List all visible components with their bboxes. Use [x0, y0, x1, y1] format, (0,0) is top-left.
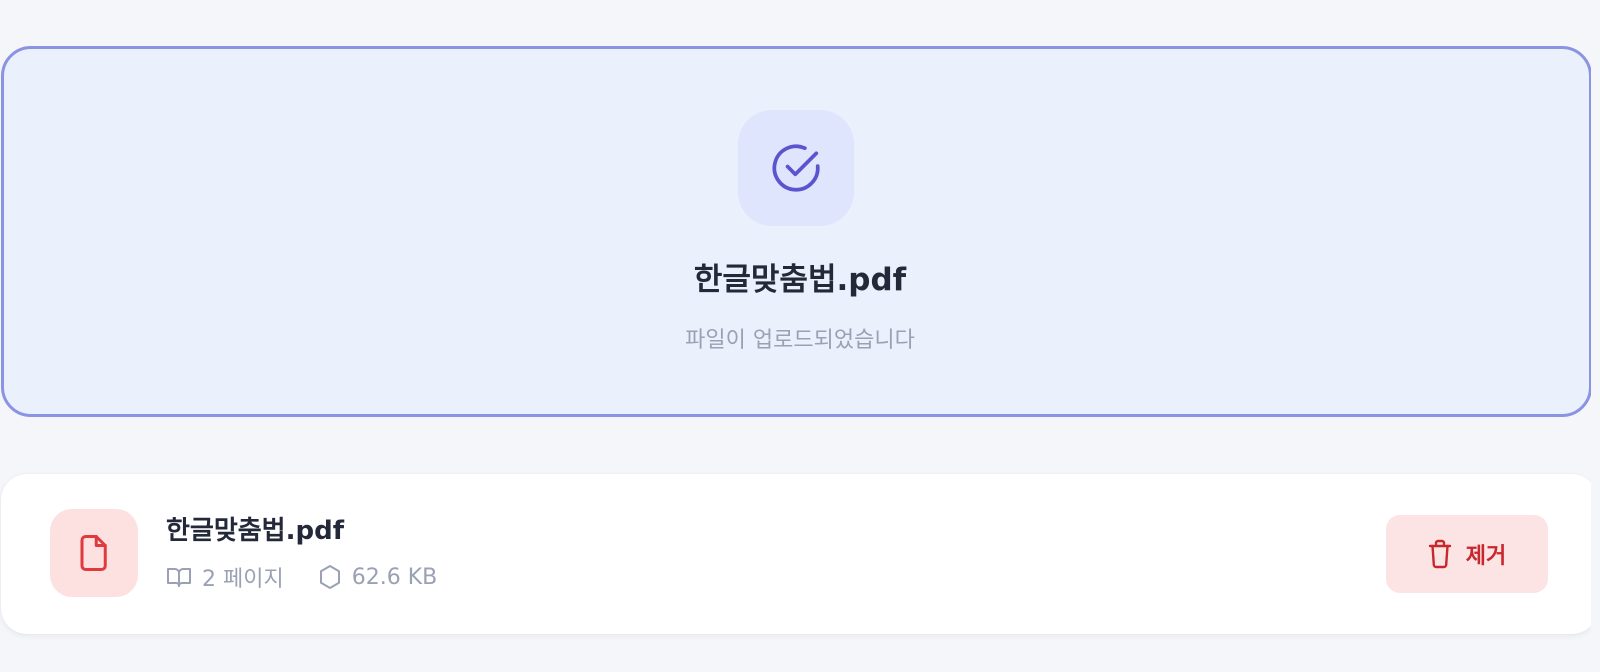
- uploaded-file-name: 한글맞춤법.pdf: [693, 262, 907, 298]
- file-name: 한글맞춤법.pdf: [166, 516, 345, 546]
- file-size-text: 62.6 KB: [351, 564, 438, 590]
- file-card: 한글맞춤법.pdf 2 페이지 62.6 KB 제거: [1, 474, 1598, 634]
- upload-success-badge: [738, 110, 854, 226]
- file-size: 62.6 KB: [318, 564, 438, 590]
- check-circle-icon: [772, 144, 820, 192]
- hexagon-icon: [319, 565, 340, 589]
- remove-button-label: 제거: [1465, 544, 1507, 569]
- file-icon: [80, 535, 107, 571]
- upload-status-text: 파일이 업로드되었습니다: [685, 328, 915, 353]
- book-icon: [167, 568, 191, 587]
- file-type-badge: [50, 509, 138, 597]
- page-count: 2 페이지: [166, 561, 284, 593]
- page: 한글맞춤법.pdf 파일이 업로드되었습니다 한글맞춤법.pdf 2 페이지 6…: [0, 0, 1600, 672]
- scrollbar[interactable]: [1591, 0, 1600, 672]
- remove-file-button[interactable]: 제거: [1386, 515, 1548, 593]
- upload-dropzone[interactable]: [1, 46, 1592, 417]
- page-count-text: 2 페이지: [202, 567, 284, 592]
- trash-icon: [1428, 539, 1451, 569]
- file-meta: 2 페이지 62.6 KB: [166, 560, 437, 594]
